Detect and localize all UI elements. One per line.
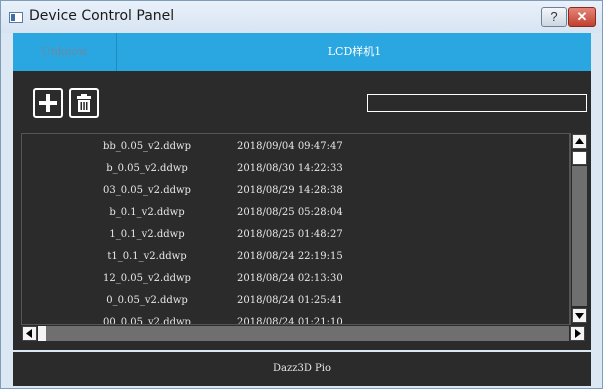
add-file-button[interactable]: [33, 88, 63, 118]
list-item[interactable]: bb_0.05_v2.ddwp 2018/09/04 09:47:47: [22, 136, 569, 158]
list-item[interactable]: b_0.05_v2.ddwp 2018/08/30 14:22:33: [22, 158, 569, 180]
file-name: b_0.05_v2.ddwp: [106, 163, 188, 174]
arrow-down-icon: [575, 313, 584, 319]
file-list: bb_0.05_v2.ddwp 2018/09/04 09:47:47 b_0.…: [21, 133, 570, 325]
scroll-down-button[interactable]: [572, 308, 587, 323]
trash-icon: [77, 94, 91, 112]
search-input[interactable]: [367, 94, 587, 112]
file-name: t1_0.1_v2.ddwp: [107, 251, 187, 262]
device-control-panel-window: Device Control Panel ? ✕ Unknow LCD样机1 b…: [0, 0, 603, 389]
file-date: 2018/08/29 14:28:38: [237, 185, 343, 196]
printer-name: Dazz3D Pio: [272, 363, 332, 374]
file-date: 2018/08/24 02:13:30: [237, 273, 343, 284]
file-panel: bb_0.05_v2.ddwp 2018/09/04 09:47:47 b_0.…: [13, 71, 591, 350]
horizontal-scroll-thumb[interactable]: [38, 326, 46, 341]
vertical-scrollbar[interactable]: [570, 133, 587, 325]
horizontal-scroll-track[interactable]: [38, 326, 569, 341]
device-tab-strip: Unknow LCD样机1: [13, 33, 591, 71]
help-button[interactable]: ?: [541, 7, 567, 27]
vertical-scroll-thumb[interactable]: [572, 151, 587, 165]
tab-lcd-device[interactable]: LCD样机1: [118, 33, 591, 71]
file-name: 00_0.05_v2.ddwp: [103, 317, 191, 325]
file-name: 0_0.05_v2.ddwp: [106, 295, 188, 306]
file-date: 2018/08/25 05:28:04: [237, 207, 343, 218]
scroll-right-button[interactable]: [570, 326, 585, 341]
arrow-right-icon: [575, 329, 581, 338]
list-item[interactable]: t1_0.1_v2.ddwp 2018/08/24 22:19:15: [22, 246, 569, 268]
app-window-icon: [9, 12, 23, 23]
delete-file-button[interactable]: [69, 88, 99, 118]
status-footer: Dazz3D Pio: [13, 352, 591, 386]
file-name: 1_0.1_v2.ddwp: [109, 229, 185, 240]
scroll-up-button[interactable]: [572, 134, 587, 149]
window-title: Device Control Panel: [29, 8, 175, 24]
file-date: 2018/08/30 14:22:33: [237, 163, 343, 174]
title-bar: Device Control Panel ? ✕: [1, 1, 602, 33]
list-item[interactable]: 03_0.05_v2.ddwp 2018/08/29 14:28:38: [22, 180, 569, 202]
tab-lcd-device-label: LCD样机1: [327, 45, 382, 58]
horizontal-scrollbar[interactable]: [21, 325, 587, 342]
list-item[interactable]: 0_0.05_v2.ddwp 2018/08/24 01:25:41: [22, 290, 569, 312]
file-name: b_0.1_v2.ddwp: [109, 207, 185, 218]
file-date: 2018/08/25 01:48:27: [237, 229, 343, 240]
file-date: 2018/09/04 09:47:47: [237, 141, 343, 152]
tab-unknow[interactable]: Unknow: [13, 33, 117, 71]
tab-unknow-label: Unknow: [41, 45, 88, 58]
close-button[interactable]: ✕: [568, 7, 596, 27]
file-name: 03_0.05_v2.ddwp: [103, 185, 191, 196]
file-name: bb_0.05_v2.ddwp: [102, 141, 192, 152]
list-item[interactable]: 1_0.1_v2.ddwp 2018/08/25 01:48:27: [22, 224, 569, 246]
file-name: 12_0.05_v2.ddwp: [103, 273, 191, 284]
file-date: 2018/08/24 22:19:15: [237, 251, 343, 262]
vertical-scroll-track[interactable]: [572, 166, 587, 306]
list-item[interactable]: b_0.1_v2.ddwp 2018/08/25 05:28:04: [22, 202, 569, 224]
plus-icon: [39, 94, 57, 112]
list-item[interactable]: 00_0.05_v2.ddwp 2018/08/24 01:21:10: [22, 312, 569, 325]
scroll-left-button[interactable]: [22, 326, 37, 341]
list-item[interactable]: 12_0.05_v2.ddwp 2018/08/24 02:13:30: [22, 268, 569, 290]
arrow-up-icon: [575, 138, 584, 144]
file-date: 2018/08/24 01:21:10: [237, 317, 343, 325]
arrow-left-icon: [26, 329, 32, 338]
file-date: 2018/08/24 01:25:41: [237, 295, 343, 306]
